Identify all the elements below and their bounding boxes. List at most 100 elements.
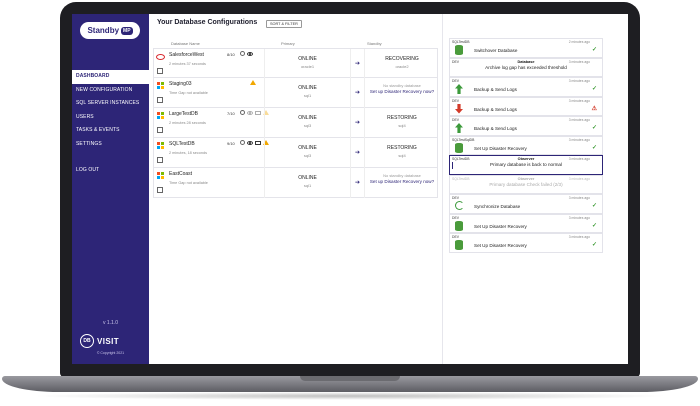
table-row[interactable]: EastCoast Time Gap not available ONLINE … [153,168,438,198]
feed-item[interactable]: DEV 3 minutes ago Backup & Send Logs ✓ [449,116,603,136]
warning-icon[interactable] [250,80,256,85]
feed-message[interactable]: SQLTestDB 3 minutes ago Observer Primary… [449,174,603,194]
oracle-icon [156,54,165,60]
sidebar-item-new-configuration[interactable]: NEW CONFIGURATION [72,84,149,98]
sidebar-item-settings[interactable]: SETTINGS [72,138,149,152]
database-name[interactable]: SQLTestDB [169,141,195,147]
sql-server-icon [157,172,164,179]
sidebar-item-users[interactable]: USERS [72,111,149,125]
feed-item[interactable]: DEV 3 minutes ago Backup & Send Logs ✓ [449,77,603,97]
logout-link[interactable]: LOG OUT [72,164,149,178]
app-version: v 1.1.0 [102,320,118,326]
table-row[interactable]: Staging03 Time Gap not available ONLINE … [153,78,438,108]
primary-status: ONLINE [298,56,317,62]
sidebar: Standby MP DASHBOARD NEW CONFIGURATION S… [72,14,149,364]
app-logo[interactable]: Standby MP [80,22,140,39]
table-row[interactable]: LargeTestDB 2 minutes 28 seconds 7/10 ON… [153,108,438,138]
feed-env: SQLTestDB [452,40,470,44]
standby-cell: No standby database Set up Disaster Reco… [364,78,439,108]
company-logo-text: VISIT [97,336,120,346]
check-icon: ✓ [591,242,597,248]
row-checkbox[interactable] [157,157,163,163]
feed-item[interactable]: DEV 3 minutes ago Backup & Send Logs ⚠ [449,96,603,116]
row-checkbox[interactable] [157,127,163,133]
row-checkbox[interactable] [157,187,163,193]
info-icon [452,162,454,169]
eye-icon[interactable] [247,110,253,115]
activity-feed: SQLTestDB 2 minutes ago Switchover Datab… [449,38,603,253]
arrow-right-icon: ➔ [350,78,364,108]
eye-icon[interactable] [247,51,253,56]
app-logo-text: Standby [87,26,120,35]
column-header-standby[interactable]: Standby [367,41,382,46]
feed-env: DEV [452,118,459,122]
row-checkbox[interactable] [157,68,163,74]
primary-status: ONLINE [298,115,317,121]
standby-cell: RESTORING sql4 [364,108,439,138]
column-header-database-name[interactable]: Database Name [171,41,200,46]
table-row[interactable]: SalesforceWest 2 minutes 37 seconds 8/10… [153,48,439,79]
feed-item[interactable]: DEV 3 minutes ago Synchronize Database ✓ [449,194,603,214]
feed-env: SQLTestSqlDB [452,137,475,142]
mail-icon[interactable] [255,140,261,145]
feed-item[interactable]: DEV 3 minutes ago Set Up Disaster Recove… [449,233,603,253]
time-gap: 2 minutes, 18 seconds [169,151,207,155]
feed-message[interactable]: DEV 3 minutes ago Database Archive log g… [449,57,603,77]
standby-cell: RECOVERING oracle2 [364,49,439,79]
arrow-right-icon: ➔ [350,49,364,79]
eye-icon[interactable] [247,140,253,145]
error-upload-icon [455,103,463,114]
feed-time: 3 minutes ago [568,118,590,122]
feed-message-text: Archive log gap has exceeded threshold [485,64,567,70]
primary-host: oracle1 [300,63,315,69]
database-name[interactable]: LargeTestDB [169,111,198,117]
standby-host: sql4 [398,122,406,128]
column-header-primary[interactable]: Primary [281,41,295,46]
sort-filter-button[interactable]: SORT & FILTER [266,20,302,28]
database-table: SalesforceWest 2 minutes 37 seconds 8/10… [153,48,438,198]
clock-icon[interactable] [240,51,245,56]
primary-host: sql1 [303,92,312,98]
primary-status: ONLINE [298,175,317,181]
feed-item[interactable]: SQLTestDB 2 minutes ago Switchover Datab… [449,38,603,58]
feed-message[interactable]: SQLTestDB 3 minutes ago Observer Primary… [449,155,603,175]
database-name[interactable]: SalesforceWest [169,52,204,58]
feed-env: DEV [452,215,459,220]
no-standby-text: No standby database [383,173,421,178]
sidebar-item-tasks-events[interactable]: TASKS & EVENTS [72,124,149,138]
feed-text: Backup & Send Logs [474,126,517,131]
feed-env: SQLTestDB [452,176,470,181]
check-icon: ✓ [591,203,597,209]
page-title: Your Database Configurations [157,19,258,26]
standby-host: oracle2 [395,63,409,69]
database-name[interactable]: EastCoast [169,171,192,177]
row-checkbox[interactable] [157,97,163,103]
feed-time: 3 minutes ago [568,215,590,220]
health-count: 8/10 [227,52,235,57]
time-gap: 2 minutes 37 seconds [169,62,206,66]
feed-item[interactable]: DEV 3 minutes ago Set Up Disaster Recove… [449,213,603,233]
mail-icon[interactable] [255,110,261,115]
sql-server-icon [157,112,164,119]
check-icon: ✓ [591,47,597,53]
clock-icon[interactable] [240,140,245,145]
feed-item[interactable]: SQLTestSqlDB 3 minutes ago Set Up Disast… [449,135,603,155]
primary-host: sql1 [303,182,312,188]
upload-icon [455,84,463,94]
clock-icon[interactable] [240,110,245,115]
setup-dr-link[interactable]: Set up Disaster Recovery now? [365,89,439,95]
setup-dr-link[interactable]: Set up Disaster Recovery now? [365,179,439,185]
sidebar-item-sql-server-instances[interactable]: SQL SERVER INSTANCES [72,97,149,111]
check-icon: ✓ [591,222,597,229]
sidebar-item-dashboard[interactable]: DASHBOARD [72,70,149,84]
standby-status: RESTORING [387,145,417,151]
copyright: © Copyright 2021 [96,351,125,355]
sql-server-icon [157,142,164,149]
table-row[interactable]: SQLTestDB 2 minutes, 18 seconds 9/10 ONL… [153,138,438,168]
warning-icon: ⚠ [591,105,597,112]
time-gap: Time Gap not available [169,91,208,95]
feed-env: DEV [452,196,459,200]
database-name[interactable]: Staging03 [169,81,192,87]
health-count: 9/10 [227,141,235,146]
main-content: Your Database Configurations SORT & FILT… [149,14,628,364]
